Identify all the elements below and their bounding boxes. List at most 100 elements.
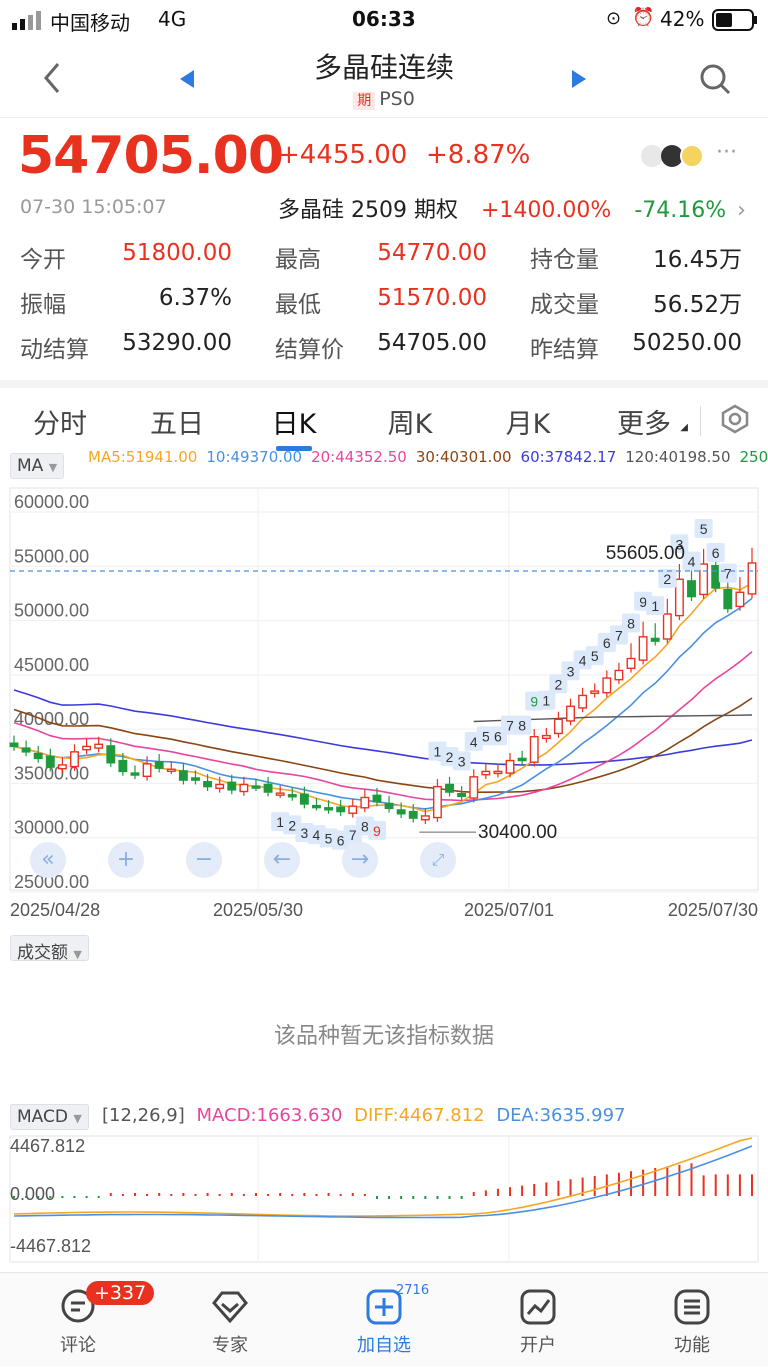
stat-label: 昨结算 [530,337,599,363]
candle-body [239,783,249,793]
count-label: 6 [603,635,611,651]
candle-body [348,805,358,814]
ma-line-10 [13,597,753,810]
count-label: 5 [591,648,599,664]
next-contract-icon[interactable] [570,68,588,94]
option-link[interactable]: 多晶硅 2509 期权 +1400.00% -74.16% › [278,192,746,224]
ma-selector[interactable]: MA ▼ [10,453,65,479]
tab-4[interactable]: 月K [494,402,562,441]
count-label: 9 [530,694,538,710]
scroll-left-icon[interactable]: ← [264,842,300,878]
diff-value: DIFF:4467.812 [354,1105,485,1126]
candle-body [529,735,539,763]
ma-legend-item: 60:37842.17 [520,448,617,466]
tab-1[interactable]: 五日 [143,402,211,441]
candle-body [45,755,55,768]
ma-legend-item: 20:44352.50 [311,448,407,466]
tab-0[interactable]: 分时 [26,402,94,441]
count-label: 4 [313,827,321,843]
more-icon[interactable]: ··· [716,140,737,165]
comment-count-badge: +337 [86,1281,155,1305]
candle-body [154,760,164,769]
clock: 06:33 [352,7,416,31]
bottom-tab-comment[interactable]: 评论 +337 [18,1273,155,1367]
candle-body [372,794,382,803]
bottom-tab-open-account[interactable]: 开户 [478,1273,598,1367]
candle-body [590,690,600,694]
candle-body [118,759,128,773]
count-label: 5 [482,728,490,744]
dropdown-arrow-icon: ▼ [73,948,82,961]
count-label: 8 [361,818,369,834]
candle-body [517,757,527,762]
dea-value: DEA:3635.997 [496,1105,626,1126]
nav-title: 多晶硅连续 [313,51,454,84]
stat-value: 54770.00 [377,240,487,266]
candle-body [687,580,696,598]
candle-body [614,669,624,681]
candle-body [178,770,188,781]
count-label: 9 [373,823,381,839]
ma-legend-item: MA5:51941.00 [88,448,198,466]
count-label: 7 [349,827,357,843]
candle-body [457,792,467,798]
bottom-tab-label: 加自选 [357,1335,411,1356]
dropdown-arrow-icon: ▼ [48,461,58,474]
candle-body [481,770,491,776]
avatar-group-icon[interactable] [640,142,710,174]
stat-value: 50250.00 [632,330,742,356]
candle-body [299,793,309,805]
candle-body [420,815,430,821]
y-tick-label: 45000.00 [14,655,89,675]
candle-body [70,751,79,768]
ma-legend-item: 30:40301.00 [415,448,512,466]
settings-icon[interactable] [720,404,750,438]
stat-value: 51570.00 [377,285,487,311]
bottom-tab-label: 开户 [520,1335,556,1356]
macd-chart[interactable]: 4467.812 0.000 -4467.812 [0,1134,768,1270]
stat-label: 最高 [275,247,321,273]
y-tick-label: 30000.00 [14,818,89,838]
diff-line [13,1137,753,1217]
search-icon[interactable] [698,62,732,100]
count-label: 2 [288,817,296,833]
x-tick-label: 2025/07/01 [464,900,554,920]
candle-body [324,807,334,811]
dea-line [13,1145,753,1219]
count-label: 7 [506,718,514,734]
quote-timestamp: 07-30 15:05:07 [20,196,167,218]
ma-line-20 [13,651,753,802]
candle-body [735,591,745,608]
candle-body [674,578,684,617]
volume-selector[interactable]: 成交额 ▼ [10,935,89,963]
ma-line-60 [13,689,753,766]
count-label: 8 [518,718,526,734]
tab-5[interactable]: 更多 ◢ [610,402,688,441]
macd-selector[interactable]: MACD ▼ [10,1104,89,1130]
candle-body [493,770,503,775]
count-label: 1 [434,744,442,760]
candle-body [9,742,19,748]
tab-2[interactable]: 日K [260,402,328,451]
candle-body [662,613,672,640]
zoom-in-icon[interactable]: + [108,842,144,878]
macd-value: MACD:1663.630 [196,1105,343,1126]
price-change: +4455.00 [278,140,408,170]
fullscreen-icon[interactable]: ⤢ [420,842,456,878]
candle-body [263,783,273,793]
ma-legend-item: 10:49370.00 [206,448,303,466]
tab-3[interactable]: 周K [376,402,444,441]
scroll-right-icon[interactable]: → [342,842,378,878]
network-type: 4G [158,7,187,31]
collapse-icon[interactable]: « [30,842,66,878]
stat-value: 56.52万 [653,292,742,318]
candle-body [699,563,709,596]
bottom-tab-menu[interactable]: 功能 [632,1273,752,1367]
bottom-tab-label: 功能 [674,1335,710,1356]
bottom-tab-expert[interactable]: 专家 [170,1273,290,1367]
bottom-tab-add-watchlist[interactable]: 加自选 2716 [324,1273,444,1367]
zoom-out-icon[interactable]: − [186,842,222,878]
stat-label: 成交量 [530,292,599,318]
count-label: 6 [337,833,345,849]
count-label: 7 [724,566,732,582]
